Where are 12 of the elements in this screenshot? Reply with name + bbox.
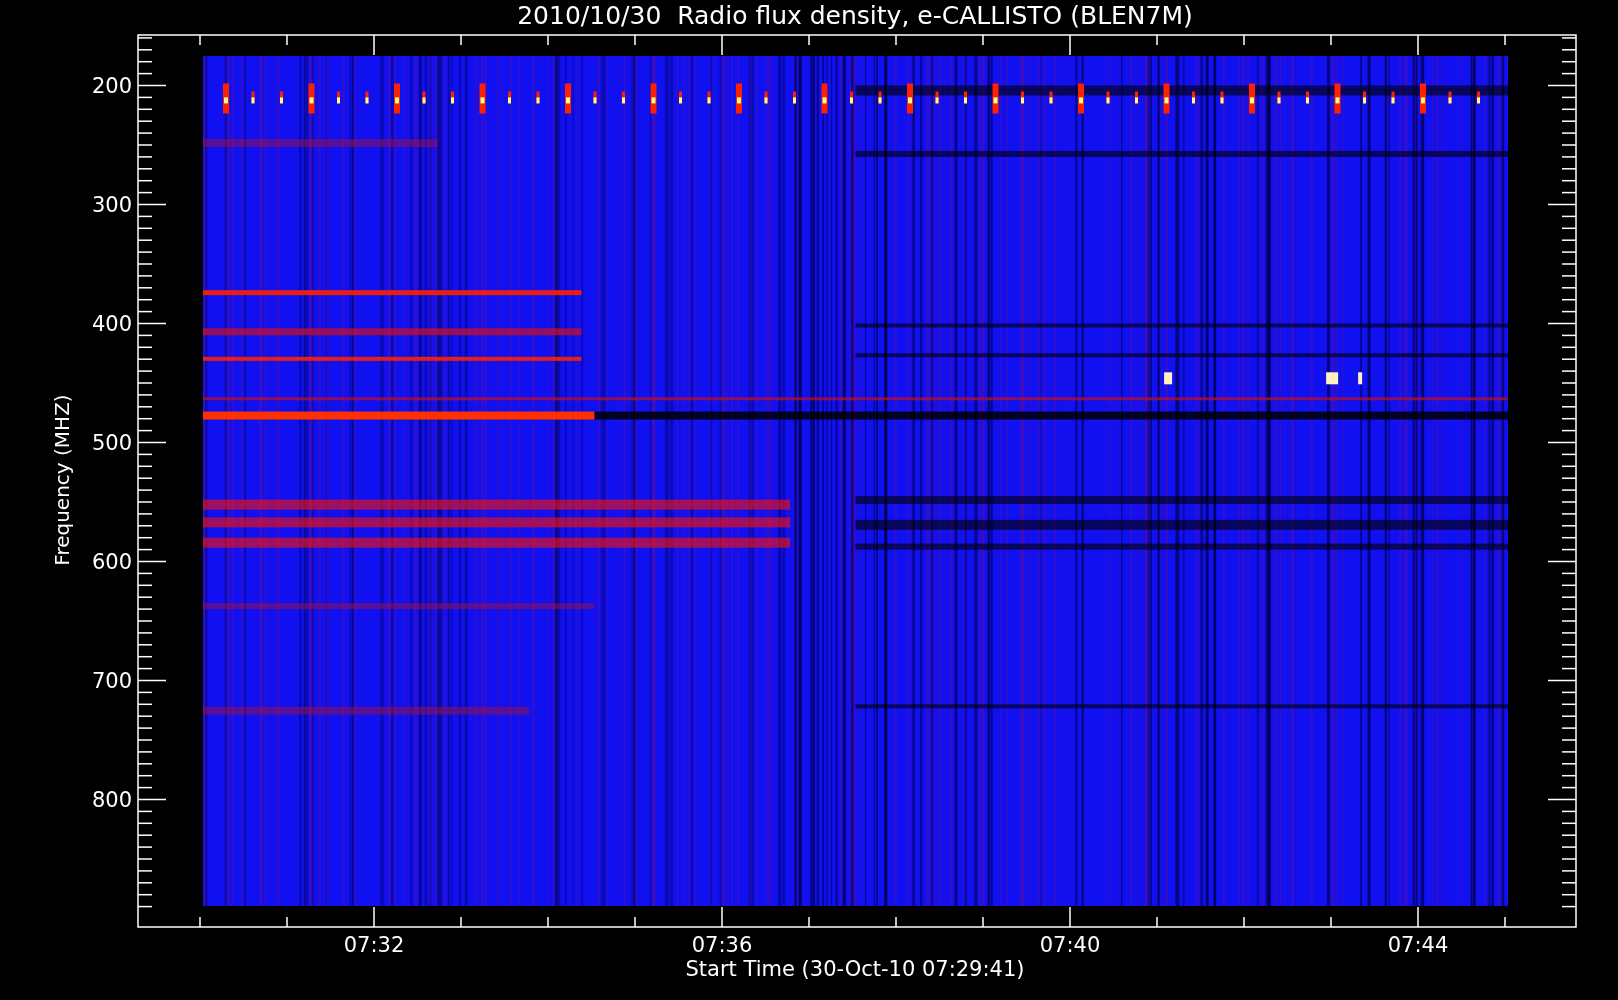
y-axis-label: Frequency (MHZ) (50, 394, 74, 566)
y-tick-label: 400 (90, 311, 132, 336)
x-tick-label: 07:36 (690, 933, 754, 957)
x-axis-label: Start Time (30-Oct-10 07:29:41) (684, 957, 1026, 981)
chart-title: 2010/10/30 Radio flux density, e-CALLISTO (BLEN7M) (516, 0, 1194, 32)
y-tick-label: 300 (90, 192, 132, 217)
y-tick-label: 800 (90, 787, 132, 812)
y-tick-label: 700 (90, 668, 132, 693)
x-tick-label: 07:32 (342, 933, 406, 957)
x-tick-label: 07:44 (1386, 933, 1450, 957)
y-tick-label: 200 (90, 73, 132, 98)
x-tick-label: 07:40 (1038, 933, 1102, 957)
